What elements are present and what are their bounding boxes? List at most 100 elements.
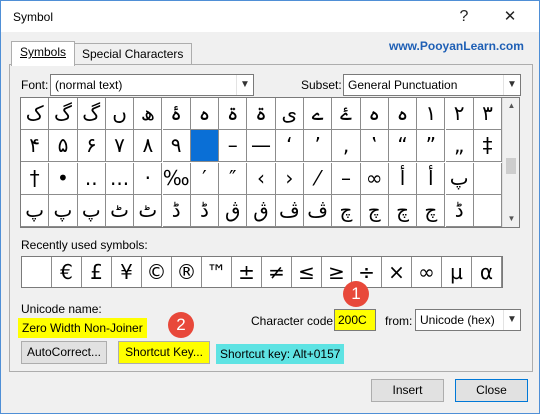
symbol-cell[interactable]: ۳ — [473, 98, 503, 130]
symbol-cell[interactable]: ‡ — [473, 130, 503, 163]
symbol-cell[interactable]: پ — [445, 162, 474, 195]
symbol-cell[interactable]: „ — [445, 130, 474, 163]
recent-symbol-cell[interactable]: € — [52, 257, 82, 287]
symbol-cell[interactable]: – — [332, 162, 361, 195]
symbol-cell[interactable]: ڈ — [190, 194, 220, 227]
symbol-cell[interactable]: – — [219, 130, 248, 163]
symbol-cell[interactable]: ڨ — [247, 194, 276, 227]
recent-symbol-cell[interactable]: α — [472, 257, 502, 287]
recent-symbol-cell[interactable]: ¥ — [112, 257, 142, 287]
recent-symbol-cell[interactable]: × — [382, 257, 412, 287]
close-button[interactable]: Close — [455, 379, 528, 402]
help-button[interactable]: ? — [447, 4, 481, 30]
symbol-grid[interactable]: ک گ گ ں ھ ۂ ہ ۃ ۃ ی ے ۓ ہ ہ ۱ ۲ ۳ ۴ ۵ ۶ ۷ ۸ ۹– — ‘’ ‚ ‛ “” „ ‡ † •.....… — [20, 97, 520, 228]
symbol-cell[interactable]: چ — [332, 194, 361, 227]
symbol-cell[interactable]: — — [247, 130, 276, 163]
symbol-cell[interactable]: چ — [388, 194, 418, 227]
symbol-cell[interactable]: ٹ — [105, 194, 135, 227]
symbol-cell[interactable]: › — [275, 162, 304, 195]
symbol-cell[interactable]: ں — [105, 98, 135, 130]
scroll-down-icon[interactable]: ▼ — [503, 212, 520, 226]
symbol-cell[interactable]: چ — [360, 194, 389, 227]
symbol-cell[interactable]: · — [134, 162, 163, 195]
tab-symbols[interactable]: Symbols — [11, 41, 76, 66]
symbol-cell[interactable]: ″ — [219, 162, 248, 195]
chevron-down-icon[interactable]: ▼ — [236, 75, 253, 95]
symbol-cell[interactable]: ڨ — [219, 194, 248, 227]
chevron-down-icon[interactable]: ▼ — [503, 75, 520, 95]
symbol-cell[interactable]: ڤ — [275, 194, 304, 227]
symbol-cell[interactable]: † — [21, 162, 50, 195]
scroll-thumb[interactable] — [506, 158, 516, 174]
symbol-cell[interactable]: ۴ — [21, 130, 50, 163]
symbol-cell[interactable]: ‚ — [332, 130, 361, 163]
symbol-cell[interactable]: أ — [388, 162, 418, 195]
scroll-up-icon[interactable]: ▲ — [503, 99, 520, 113]
symbol-cell[interactable]: “ — [388, 130, 418, 163]
symbol-cell[interactable]: ۶ — [77, 130, 106, 163]
symbol-cell[interactable]: ڈ — [445, 194, 474, 227]
symbol-cell[interactable]: ہ — [388, 98, 418, 130]
symbol-cell[interactable]: ۹ — [162, 130, 191, 163]
symbol-cell[interactable]: ۸ — [134, 130, 163, 163]
symbol-cell[interactable]: ڈ — [162, 194, 191, 227]
symbol-cell[interactable]: ۵ — [49, 130, 78, 163]
symbol-cell[interactable]: ٹ — [134, 194, 163, 227]
recent-symbol-cell[interactable]: ± — [232, 257, 262, 287]
symbol-cell[interactable]: ′ — [190, 162, 220, 195]
symbol-cell[interactable]: ۷ — [105, 130, 135, 163]
from-select[interactable]: Unicode (hex) ▼ — [415, 309, 521, 331]
symbol-cell[interactable]: گ — [49, 98, 78, 130]
symbol-cell[interactable]: ‰ — [162, 162, 191, 195]
font-select[interactable]: (normal text) ▼ — [50, 74, 254, 96]
character-code-field[interactable]: 200C — [334, 309, 376, 331]
recent-symbol-cell[interactable]: ∞ — [412, 257, 442, 287]
symbol-cell[interactable] — [190, 130, 220, 163]
symbol-cell[interactable]: ” — [417, 130, 446, 163]
grid-scrollbar[interactable]: ▲ ▼ — [502, 98, 519, 227]
chevron-down-icon[interactable]: ▼ — [503, 310, 520, 330]
insert-button[interactable]: Insert — [371, 379, 444, 402]
recent-symbol-cell[interactable]: ≠ — [262, 257, 292, 287]
symbol-cell[interactable]: ۃ — [219, 98, 248, 130]
symbol-cell[interactable]: أ — [417, 162, 446, 195]
symbol-cell[interactable]: ک — [21, 98, 50, 130]
symbol-cell[interactable]: چ — [417, 194, 446, 227]
symbol-cell[interactable]: ۱ — [417, 98, 446, 130]
symbol-cell[interactable]: .. — [77, 162, 106, 195]
symbol-cell[interactable]: ہ — [360, 98, 389, 130]
symbol-cell[interactable]: ۲ — [445, 98, 474, 130]
symbol-cell[interactable]: ∞ — [360, 162, 389, 195]
symbol-cell[interactable]: ’ — [304, 130, 333, 163]
symbol-cell[interactable]: ھ — [134, 98, 163, 130]
symbol-cell[interactable]: ے — [304, 98, 333, 130]
symbol-cell[interactable]: ... — [105, 162, 135, 195]
symbol-cell[interactable]: ‛ — [360, 130, 389, 163]
symbol-cell[interactable]: پ — [77, 194, 106, 227]
symbol-cell[interactable]: ۂ — [162, 98, 191, 130]
symbol-cell[interactable] — [473, 194, 503, 227]
symbol-cell[interactable]: ‹ — [247, 162, 276, 195]
recent-symbol-cell[interactable]: ≤ — [292, 257, 322, 287]
recent-symbol-cell[interactable]: ® — [172, 257, 202, 287]
tab-special-characters[interactable]: Special Characters — [73, 43, 193, 65]
close-icon[interactable]: ✕ — [493, 4, 527, 30]
symbol-cell[interactable]: پ — [49, 194, 78, 227]
recent-symbol-cell[interactable]: ™ — [202, 257, 232, 287]
symbol-cell[interactable]: ڤ — [304, 194, 333, 227]
symbol-cell[interactable]: ۃ — [247, 98, 276, 130]
symbol-cell[interactable]: ۓ — [332, 98, 361, 130]
symbol-cell[interactable]: ⁄ — [304, 162, 333, 195]
symbol-cell[interactable]: گ — [77, 98, 106, 130]
recent-symbol-cell[interactable]: µ — [442, 257, 472, 287]
subset-select[interactable]: General Punctuation ▼ — [343, 74, 521, 96]
symbol-cell[interactable] — [473, 162, 503, 195]
symbol-cell[interactable]: ی — [275, 98, 304, 130]
recent-symbol-cell[interactable] — [22, 257, 52, 287]
recent-symbol-cell[interactable]: £ — [82, 257, 112, 287]
symbol-cell[interactable]: • — [49, 162, 78, 195]
recent-symbol-cell[interactable]: © — [142, 257, 172, 287]
symbol-cell[interactable]: پ — [21, 194, 50, 227]
symbol-cell[interactable]: ہ — [190, 98, 220, 130]
shortcut-key-button[interactable]: Shortcut Key... — [118, 341, 210, 364]
